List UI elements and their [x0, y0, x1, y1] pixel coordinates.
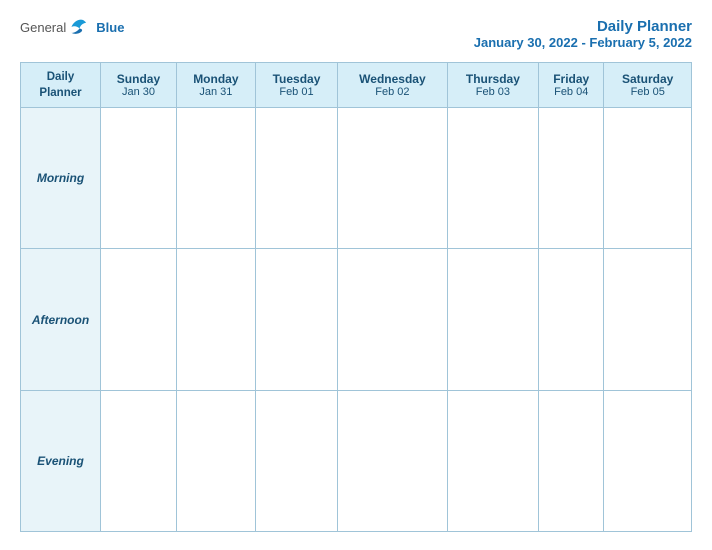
col-header-friday: Friday Feb 04: [539, 63, 604, 108]
day-name-saturday: Saturday: [608, 72, 687, 86]
cell-morning-saturday[interactable]: [604, 108, 692, 249]
title-area: Daily Planner January 30, 2022 - Februar…: [474, 18, 692, 50]
cell-evening-thursday[interactable]: [447, 390, 538, 531]
cell-evening-monday[interactable]: [176, 390, 255, 531]
time-label-morning: Morning: [21, 108, 101, 249]
calendar-header-row: Daily Planner Sunday Jan 30 Monday Jan 3…: [21, 63, 692, 108]
logo: General Blue: [20, 18, 124, 36]
day-date-monday: Jan 31: [181, 86, 251, 98]
day-name-monday: Monday: [181, 72, 251, 86]
col-header-sunday: Sunday Jan 30: [101, 63, 177, 108]
day-name-sunday: Sunday: [105, 72, 172, 86]
row-evening: Evening: [21, 390, 692, 531]
day-date-saturday: Feb 05: [608, 86, 687, 98]
cell-evening-tuesday[interactable]: [255, 390, 337, 531]
col-header-saturday: Saturday Feb 05: [604, 63, 692, 108]
row-afternoon: Afternoon: [21, 249, 692, 390]
page-header: General Blue Daily Planner January 30, 2…: [20, 18, 692, 50]
cell-evening-wednesday[interactable]: [338, 390, 447, 531]
page-title: Daily Planner: [474, 18, 692, 35]
logo-bird-icon: [70, 18, 92, 36]
cell-afternoon-friday[interactable]: [539, 249, 604, 390]
day-name-thursday: Thursday: [452, 72, 534, 86]
time-label-evening: Evening: [21, 390, 101, 531]
cell-morning-monday[interactable]: [176, 108, 255, 249]
cell-evening-saturday[interactable]: [604, 390, 692, 531]
day-date-thursday: Feb 03: [452, 86, 534, 98]
day-date-wednesday: Feb 02: [342, 86, 442, 98]
cell-morning-friday[interactable]: [539, 108, 604, 249]
calendar-table: Daily Planner Sunday Jan 30 Monday Jan 3…: [20, 62, 692, 532]
row-morning: Morning: [21, 108, 692, 249]
cell-evening-sunday[interactable]: [101, 390, 177, 531]
cell-afternoon-sunday[interactable]: [101, 249, 177, 390]
cell-afternoon-saturday[interactable]: [604, 249, 692, 390]
col-header-thursday: Thursday Feb 03: [447, 63, 538, 108]
logo-blue: Blue: [96, 20, 124, 35]
logo-general: General: [20, 20, 66, 35]
cell-morning-wednesday[interactable]: [338, 108, 447, 249]
cell-evening-friday[interactable]: [539, 390, 604, 531]
col-header-monday: Monday Jan 31: [176, 63, 255, 108]
day-name-wednesday: Wednesday: [342, 72, 442, 86]
cell-afternoon-thursday[interactable]: [447, 249, 538, 390]
col-header-tuesday: Tuesday Feb 01: [255, 63, 337, 108]
day-date-tuesday: Feb 01: [260, 86, 333, 98]
cell-morning-sunday[interactable]: [101, 108, 177, 249]
day-name-friday: Friday: [543, 72, 599, 86]
cell-afternoon-monday[interactable]: [176, 249, 255, 390]
cell-afternoon-wednesday[interactable]: [338, 249, 447, 390]
date-range: January 30, 2022 - February 5, 2022: [474, 35, 692, 50]
time-label-afternoon: Afternoon: [21, 249, 101, 390]
day-date-friday: Feb 04: [543, 86, 599, 98]
cell-afternoon-tuesday[interactable]: [255, 249, 337, 390]
cell-morning-tuesday[interactable]: [255, 108, 337, 249]
cell-morning-thursday[interactable]: [447, 108, 538, 249]
planner-header-label: Daily Planner: [21, 63, 101, 108]
day-name-tuesday: Tuesday: [260, 72, 333, 86]
day-date-sunday: Jan 30: [105, 86, 172, 98]
col-header-wednesday: Wednesday Feb 02: [338, 63, 447, 108]
